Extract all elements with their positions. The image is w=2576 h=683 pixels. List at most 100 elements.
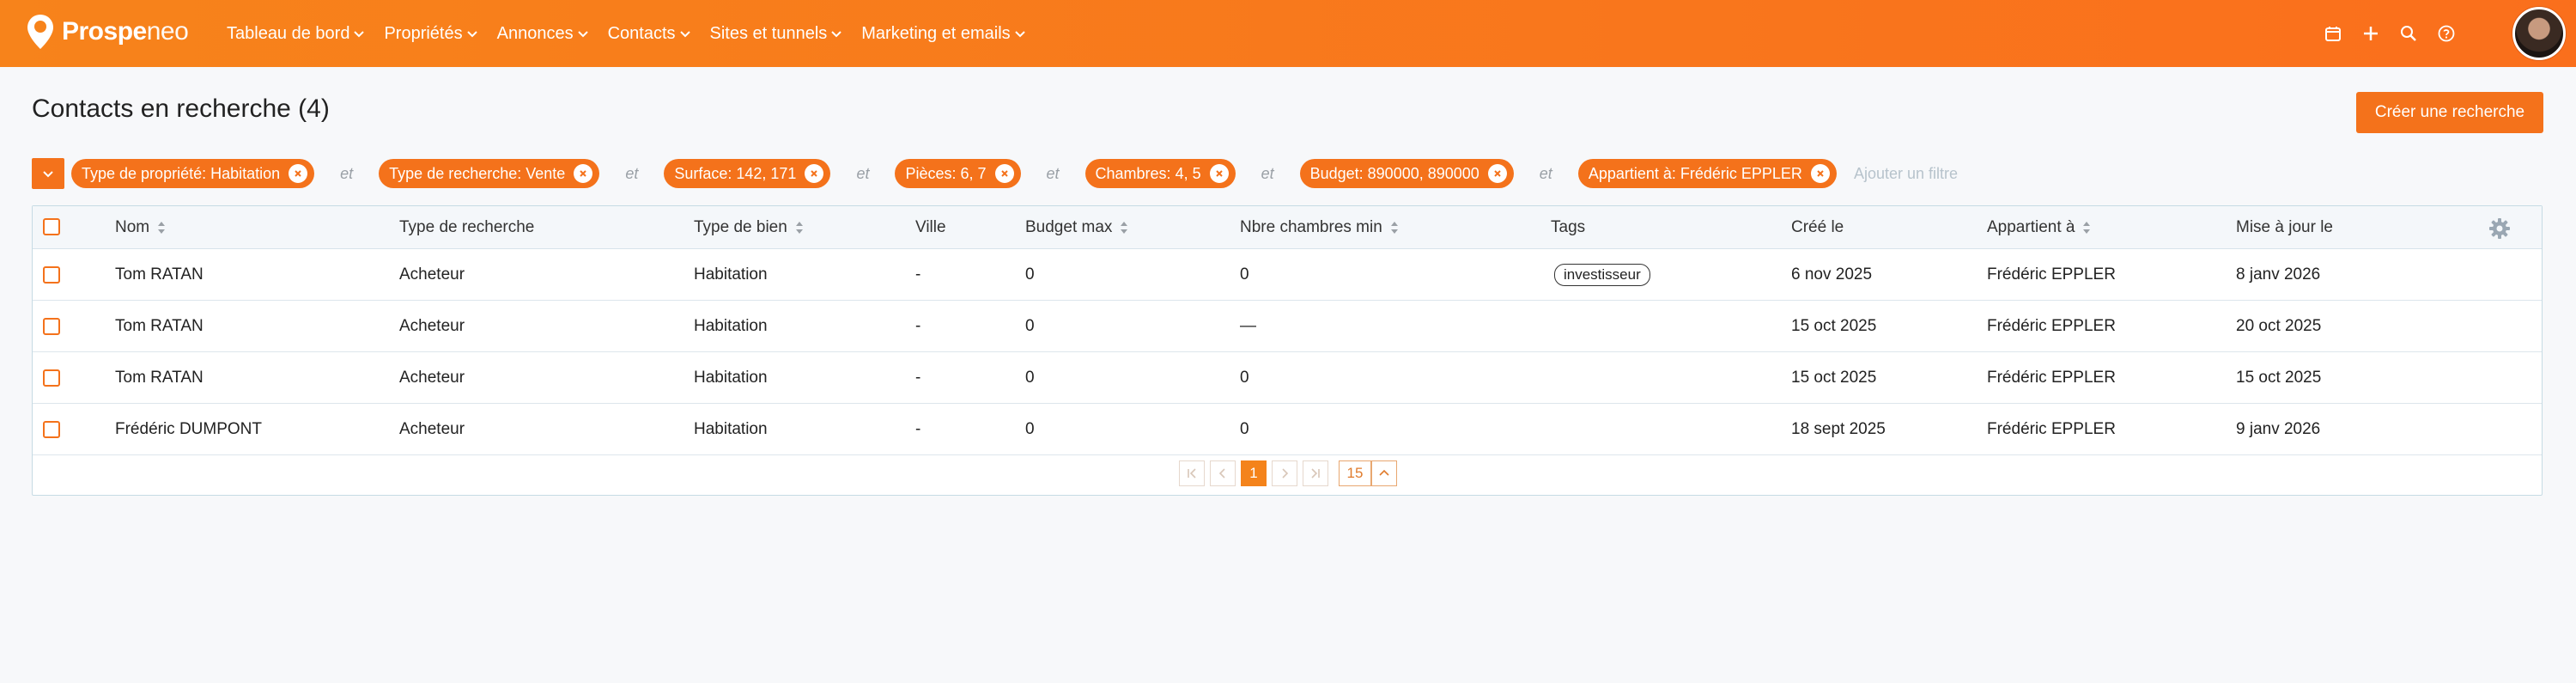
column-header-tags: Tags [1551,218,1586,236]
nav-sites-et-tunnels[interactable]: Sites et tunnels [710,24,843,44]
chevron-down-icon [43,171,53,178]
last-page-button[interactable] [1303,460,1328,486]
search-icon[interactable] [2399,24,2418,43]
remove-filter-icon[interactable] [1209,164,1229,183]
table-row[interactable]: Frédéric DUMPONT Acheteur Habitation - 0… [33,404,2542,455]
chevron-right-icon [1282,468,1289,479]
plus-icon[interactable] [2361,24,2380,43]
filter-chip-type-recherche[interactable]: Type de recherche: Vente [379,159,600,188]
row-checkbox[interactable] [43,318,60,335]
create-search-button[interactable]: Créer une recherche [2356,92,2543,133]
select-all-checkbox[interactable] [43,218,60,235]
cell-chambres-min: 0 [1240,265,1249,284]
cell-nom[interactable]: Tom RATAN [115,352,204,404]
cell-nom[interactable]: Tom RATAN [115,249,204,301]
cell-type-bien: Habitation [694,369,768,387]
filter-chip-budget[interactable]: Budget: 890000, 890000 [1299,159,1514,188]
sort-icon [158,222,166,234]
cell-ville: - [915,369,921,387]
top-actions [2324,0,2456,67]
tag-badge[interactable]: investisseur [1554,264,1650,286]
cell-mise-a-jour: 8 janv 2026 [2236,265,2321,284]
page-size-toggle[interactable] [1371,460,1397,486]
and-separator: et [856,164,870,182]
next-page-button[interactable] [1272,460,1297,486]
page-button-current[interactable]: 1 [1241,460,1267,486]
location-pin-logo-icon [27,15,53,49]
cell-cree-le: 6 nov 2025 [1791,265,1873,284]
page-size-select[interactable]: 15 [1339,460,1371,486]
filter-chip-surface[interactable]: Surface: 142, 171 [664,159,831,188]
remove-filter-icon[interactable] [994,164,1014,183]
table-header: Nom Type de recherche Type de bien Ville… [33,206,2542,249]
remove-filter-icon[interactable] [289,164,308,183]
chevron-down-icon [831,31,841,38]
previous-page-button[interactable] [1210,460,1236,486]
row-checkbox[interactable] [43,369,60,387]
nav-proprietes[interactable]: Propriétés [384,24,477,44]
cell-ville: - [915,420,921,438]
cell-chambres-min: — [1240,317,1256,335]
cell-appartient: Frédéric EPPLER [1987,265,2116,284]
filter-chip-type-propriete[interactable]: Type de propriété: Habitation [71,159,315,188]
cell-appartient: Frédéric EPPLER [1987,420,2116,438]
cell-type-recherche: Acheteur [399,420,465,438]
chevron-down-icon [1014,31,1025,38]
nav-annonces[interactable]: Annonces [497,24,589,44]
add-filter-input[interactable]: Ajouter un filtre [1854,165,1958,183]
cell-nom[interactable]: Tom RATAN [115,301,204,352]
column-header-ville: Ville [915,218,946,236]
cell-mise-a-jour: 20 oct 2025 [2236,317,2322,335]
nav-marketing-et-emails[interactable]: Marketing et emails [861,24,1025,44]
cell-chambres-min: 0 [1240,420,1249,438]
cell-ville: - [915,317,921,335]
user-avatar[interactable] [2512,7,2566,60]
and-separator: et [340,164,354,182]
table-row[interactable]: Tom RATAN Acheteur Habitation - 0 — 15 o… [33,301,2542,352]
brand-logo[interactable]: Prospeneo [26,12,189,52]
cell-chambres-min: 0 [1240,369,1249,387]
table-row[interactable]: Tom RATAN Acheteur Habitation - 0 0 inve… [33,249,2542,301]
cell-tags: investisseur [1554,249,1650,301]
column-header-nbre-chambres-min[interactable]: Nbre chambres min [1240,206,1400,249]
calendar-icon[interactable] [2324,24,2342,43]
first-page-button[interactable] [1179,460,1205,486]
cell-cree-le: 15 oct 2025 [1791,369,1877,387]
cell-type-bien: Habitation [694,420,768,438]
table-row[interactable]: Tom RATAN Acheteur Habitation - 0 0 15 o… [33,352,2542,404]
column-header-type-bien[interactable]: Type de bien [694,206,805,249]
column-header-type-recherche: Type de recherche [399,218,535,236]
column-header-cree-le: Créé le [1791,218,1844,236]
gear-icon[interactable] [2488,217,2511,240]
cell-nom[interactable]: Frédéric DUMPONT [115,404,262,455]
cell-cree-le: 18 sept 2025 [1791,420,1886,438]
column-header-budget-max[interactable]: Budget max [1025,206,1129,249]
cell-type-recherche: Acheteur [399,317,465,335]
remove-filter-icon[interactable] [805,164,824,183]
filter-chip-pieces[interactable]: Pièces: 6, 7 [895,159,1021,188]
sort-icon [795,222,803,234]
sort-icon [2083,222,2091,234]
row-checkbox[interactable] [43,421,60,438]
cell-mise-a-jour: 9 janv 2026 [2236,420,2321,438]
filter-chip-appartient[interactable]: Appartient à: Frédéric EPPLER [1577,159,1837,188]
remove-filter-icon[interactable] [1487,164,1507,183]
sort-icon [1390,222,1398,234]
nav-tableau-de-bord[interactable]: Tableau de bord [227,24,365,44]
chevron-down-icon [466,31,477,38]
filter-toggle-button[interactable] [32,158,64,189]
cell-type-bien: Habitation [694,265,768,284]
nav-contacts[interactable]: Contacts [608,24,691,44]
column-header-nom[interactable]: Nom [115,206,167,249]
first-page-icon [1188,468,1196,479]
and-separator: et [1261,164,1274,182]
row-checkbox[interactable] [43,266,60,284]
pagination: 1 15 [1179,460,1397,486]
column-header-appartient[interactable]: Appartient à [1987,206,2092,249]
contacts-table: Nom Type de recherche Type de bien Ville… [32,205,2543,496]
filter-chip-chambres[interactable]: Chambres: 4, 5 [1084,159,1236,188]
help-icon[interactable] [2437,24,2456,43]
chevron-left-icon [1218,468,1225,479]
remove-filter-icon[interactable] [574,164,593,183]
remove-filter-icon[interactable] [1810,164,1830,183]
